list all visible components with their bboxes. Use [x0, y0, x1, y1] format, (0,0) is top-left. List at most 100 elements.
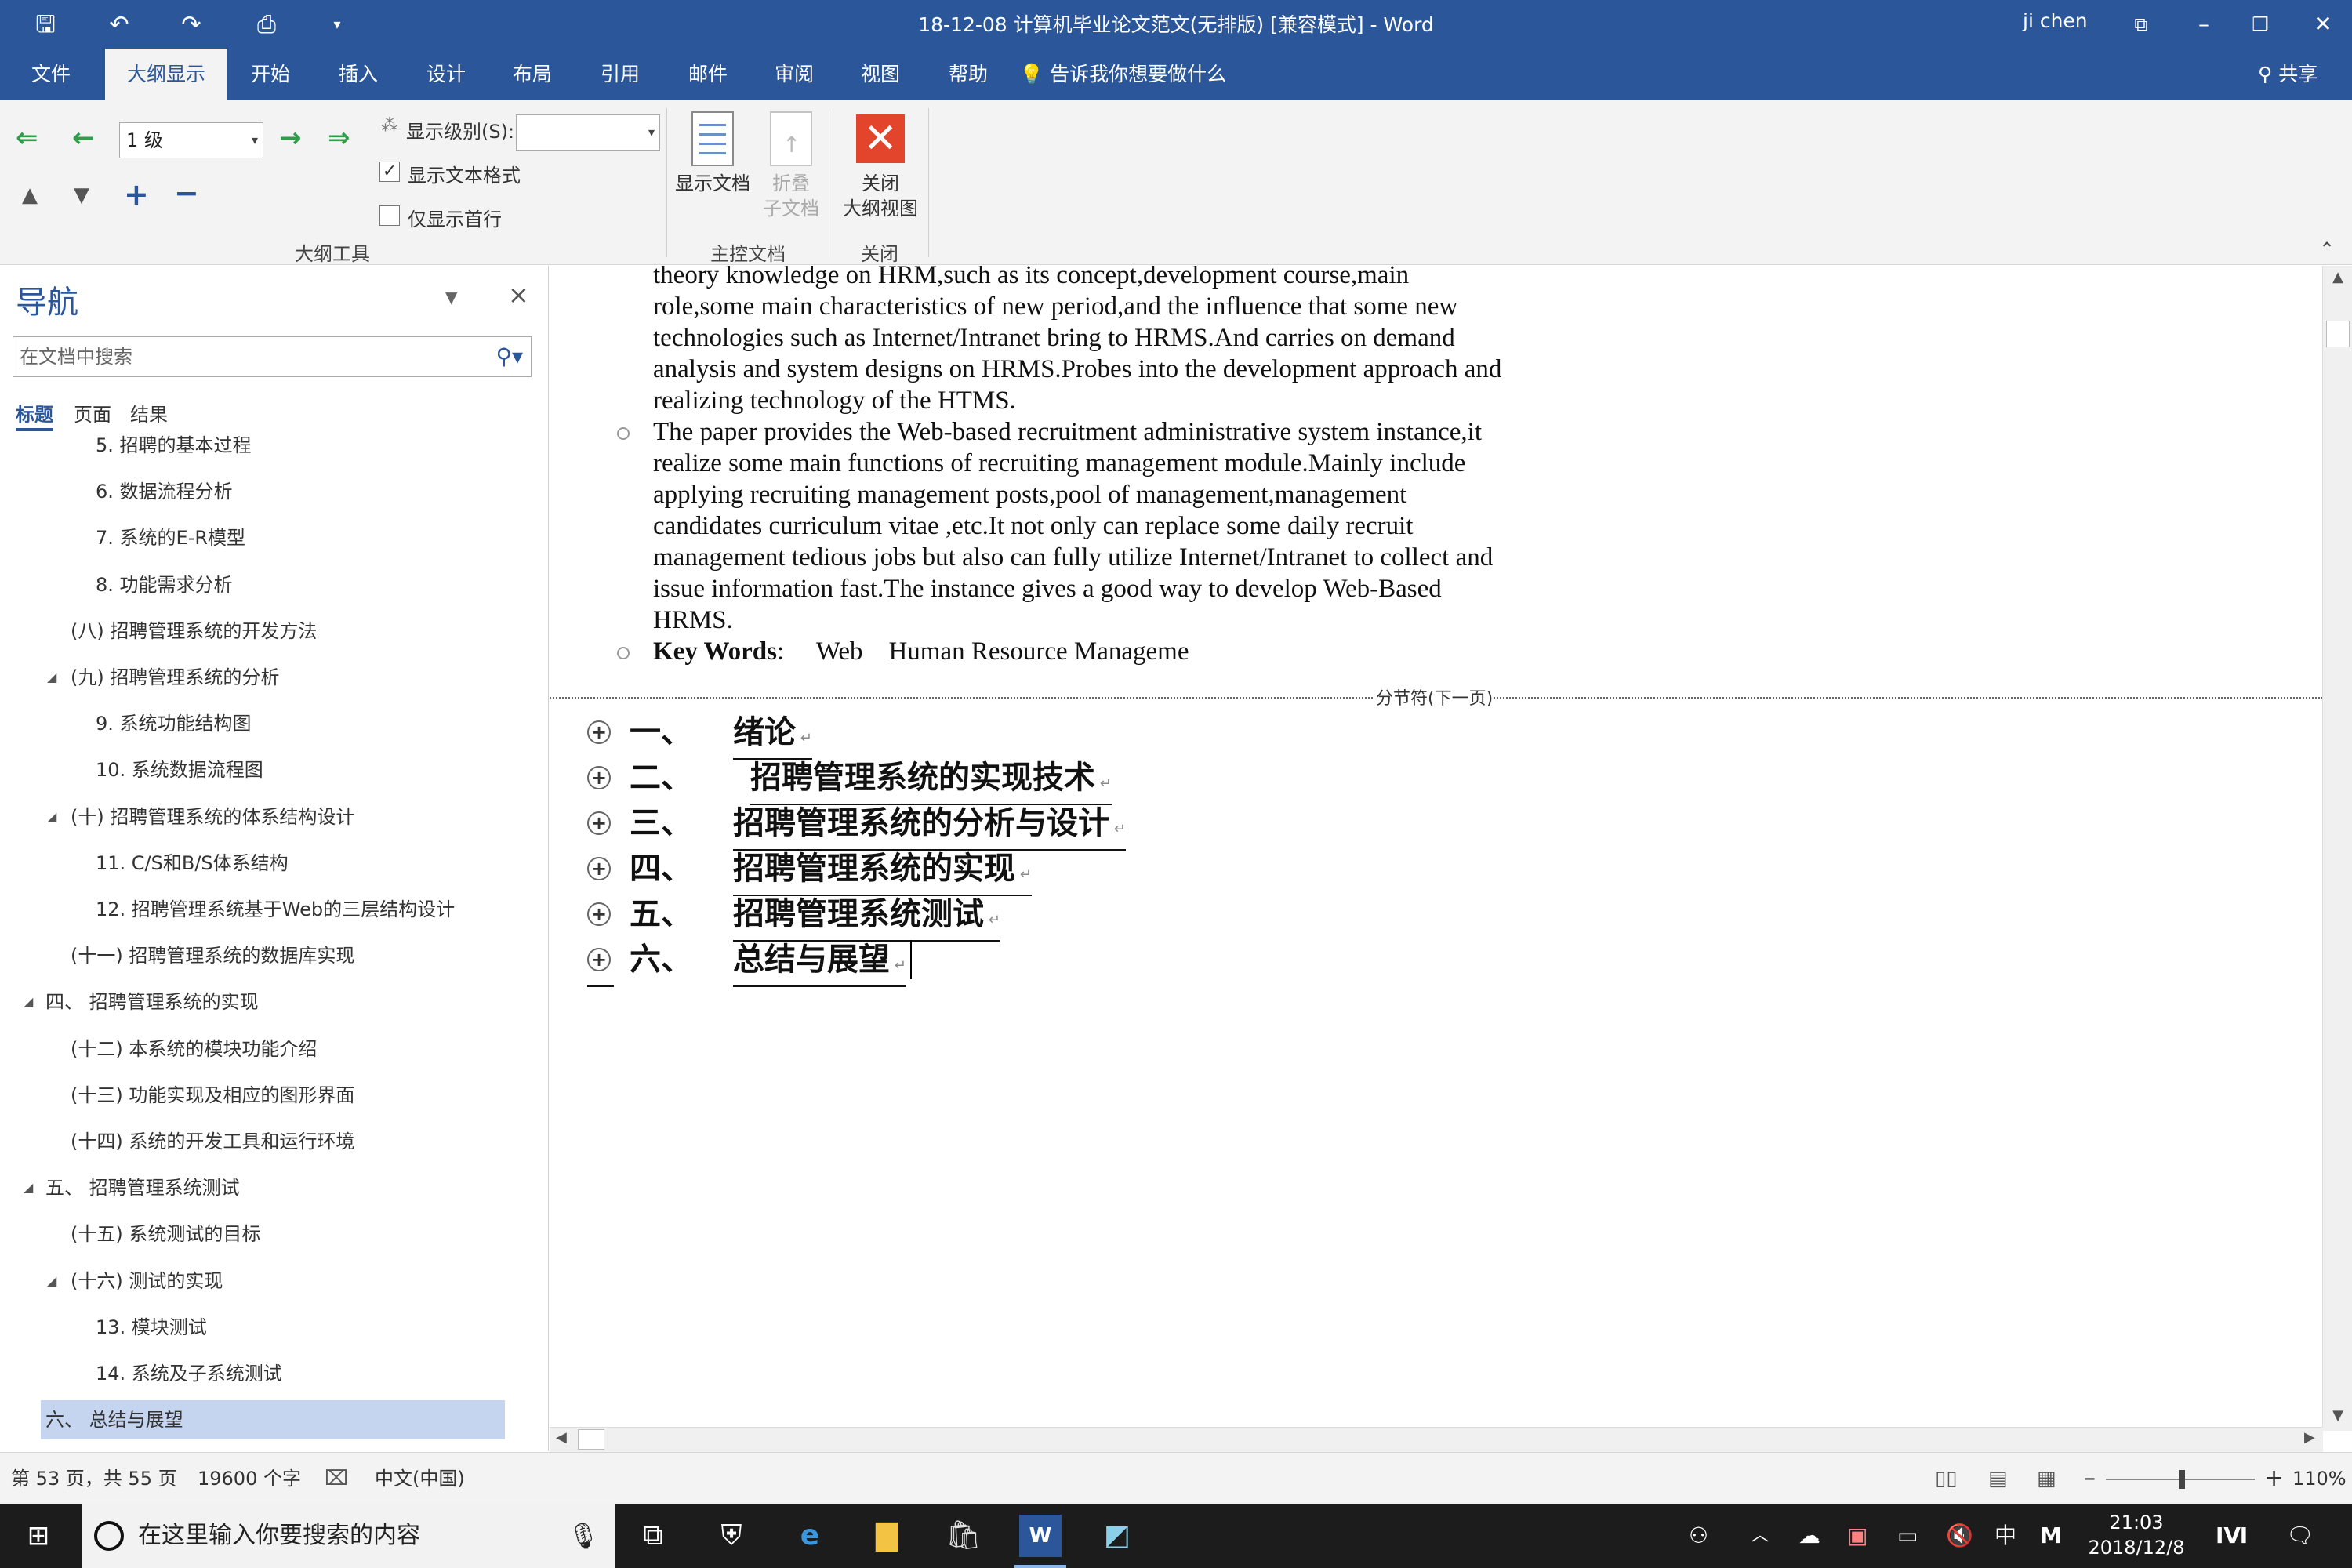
save-icon[interactable]: 🖫 [28, 8, 63, 42]
demote-icon[interactable]: → [279, 122, 302, 154]
nav-heading-item[interactable]: (十三) 功能实现及相应的图形界面 [0, 1076, 549, 1115]
nav-heading-item[interactable]: 9. 系统功能结构图 [0, 704, 549, 743]
scroll-down-icon[interactable]: ▼ [2323, 1407, 2352, 1424]
close-outline-view-button[interactable]: 关闭 大纲视图 [837, 171, 924, 221]
user-name[interactable]: ji chen [2023, 9, 2088, 32]
collapse-icon[interactable]: − [174, 176, 199, 210]
nav-tab-pages[interactable]: 页面 [74, 399, 111, 426]
tray-chevron-up-icon[interactable]: ︿ [1751, 1504, 1769, 1568]
ribbon-display-options-icon[interactable]: ⧉ [2114, 6, 2169, 42]
horizontal-scroll-thumb[interactable] [578, 1429, 604, 1450]
nav-heading-item[interactable]: 11. C/S和B/S体系结构 [0, 844, 549, 883]
nav-heading-item[interactable]: 5. 招聘的基本过程 [0, 432, 549, 465]
zoom-in-icon[interactable]: + [2264, 1453, 2284, 1504]
ime-language[interactable]: 中 [1994, 1504, 2016, 1568]
tab-file[interactable]: 文件 [9, 49, 93, 100]
document-area[interactable]: 分节符(下一页) theory knowledge on HRM,such as… [550, 266, 2323, 1431]
outline-bullet-icon[interactable] [617, 427, 630, 440]
heading-text[interactable]: 总结与展望 ↵ [733, 940, 906, 987]
nav-tab-headings[interactable]: 标题 [16, 399, 53, 431]
minimize-icon[interactable]: – [2176, 6, 2231, 42]
show-text-format-checkbox[interactable]: ✓ [379, 162, 400, 182]
nav-heading-item[interactable]: (十二) 本系统的模块功能介绍 [0, 1029, 549, 1069]
tab-insert[interactable]: 插入 [317, 49, 400, 100]
file-explorer-icon[interactable]: ▇ [866, 1515, 908, 1557]
promote-icon[interactable]: ← [72, 122, 95, 154]
expand-triangle-icon[interactable]: ◢ [24, 1168, 33, 1207]
show-document-button[interactable]: 显示文档 [671, 171, 754, 196]
scroll-right-icon[interactable]: ▶ [2304, 1429, 2315, 1446]
close-window-icon[interactable]: ✕ [2296, 6, 2350, 42]
windows-start-icon[interactable]: ⊞ [17, 1515, 60, 1557]
tab-references[interactable]: 引用 [579, 49, 662, 100]
first-line-only-checkbox[interactable] [379, 205, 400, 226]
edge-browser-icon[interactable]: e [789, 1515, 831, 1557]
expand-triangle-icon[interactable]: ◢ [47, 797, 56, 837]
customize-icon[interactable]: ▾ [320, 8, 354, 42]
word-count[interactable]: 19600 个字 [198, 1453, 301, 1504]
volume-muted-icon[interactable]: 🔇 [1946, 1504, 1973, 1568]
battery-icon[interactable]: ▭ [1897, 1504, 1918, 1568]
expand-plus-icon[interactable]: + [587, 766, 611, 789]
taskbar-search-box[interactable]: 在这里输入你要搜索的内容 🎙 [82, 1504, 615, 1568]
print-layout-icon[interactable]: ▤ [1988, 1467, 2008, 1490]
expand-icon[interactable]: + [124, 177, 149, 212]
nav-heading-item[interactable]: 12. 招聘管理系统基于Web的三层结构设计 [0, 890, 549, 929]
undo-icon[interactable]: ↶ [102, 8, 136, 42]
scroll-up-icon[interactable]: ▲ [2323, 269, 2352, 285]
redo-icon[interactable]: ↷ [174, 8, 209, 42]
heading-text[interactable]: 招聘管理系统测试 ↵ [733, 895, 1000, 942]
collapse-ribbon-icon[interactable]: ⌃ [2319, 238, 2335, 260]
people-icon[interactable]: ⚇ [1689, 1504, 1708, 1568]
nav-heading-item[interactable]: 6. 数据流程分析 [0, 472, 549, 511]
nav-heading-item[interactable]: ◢ 五、 招聘管理系统测试 [0, 1168, 549, 1207]
security-shield-icon[interactable]: ⛨ [710, 1515, 753, 1557]
proofing-icon[interactable]: ⌧ [325, 1467, 348, 1490]
expand-plus-icon[interactable]: + [587, 948, 611, 971]
taskbar-app-icon[interactable]: IⅥ [2216, 1504, 2248, 1568]
tab-review[interactable]: 审阅 [753, 49, 836, 100]
taskbar-clock[interactable]: 21:03 2018/12/8 [2078, 1510, 2195, 1560]
zoom-level[interactable]: 110% [2292, 1453, 2347, 1504]
nav-heading-item[interactable]: (十一) 招聘管理系统的数据库实现 [0, 936, 549, 975]
nav-heading-item[interactable]: 7. 系统的E-R模型 [0, 518, 549, 557]
zoom-slider-thumb[interactable] [2179, 1470, 2186, 1489]
expand-triangle-icon[interactable]: ◢ [47, 658, 56, 697]
nav-close-icon[interactable]: × [508, 280, 529, 310]
word-app-icon[interactable]: W [1019, 1515, 1062, 1557]
microphone-icon[interactable]: 🎙 [568, 1504, 600, 1568]
outline-bullet-icon[interactable] [617, 647, 630, 659]
nav-tab-results[interactable]: 结果 [130, 399, 168, 426]
show-level-select[interactable]: ▾ [516, 114, 660, 151]
tab-home[interactable]: 开始 [229, 49, 312, 100]
restore-icon[interactable]: ❐ [2233, 6, 2288, 42]
expand-plus-icon[interactable]: + [587, 857, 611, 880]
expand-plus-icon[interactable]: + [587, 811, 611, 835]
nav-heading-item[interactable]: ◢ (九) 招聘管理系统的分析 [0, 658, 549, 697]
web-layout-icon[interactable]: ▦ [2037, 1467, 2056, 1490]
close-outline-icon[interactable]: ✕ [856, 114, 905, 163]
zoom-out-icon[interactable]: – [2084, 1453, 2096, 1504]
expand-plus-icon[interactable]: + [587, 902, 611, 926]
tab-outline[interactable]: 大纲显示 [105, 49, 228, 100]
expand-plus-icon[interactable]: + [587, 720, 611, 744]
nav-options-icon[interactable]: ▼ [445, 288, 457, 307]
onedrive-cloud-icon[interactable]: ☁ [1798, 1504, 1820, 1568]
nav-heading-item[interactable]: (八) 招聘管理系统的开发方法 [0, 612, 549, 651]
read-mode-icon[interactable]: ▯▯ [1935, 1467, 1958, 1490]
heading-text[interactable]: 招聘管理系统的分析与设计 ↵ [733, 804, 1126, 851]
heading-text[interactable]: 招聘管理系统的实现 ↵ [733, 849, 1032, 896]
promote-to-heading1-icon[interactable]: ⇐ [16, 122, 38, 154]
action-center-icon[interactable]: 🗨 [2286, 1504, 2314, 1568]
share-button[interactable]: ⚲ 共享 [2258, 49, 2318, 100]
nav-heading-item[interactable]: 14. 系统及子系统测试 [0, 1354, 549, 1393]
tell-me-box[interactable]: 💡 告诉我你想要做什么 [1019, 49, 1226, 100]
tab-design[interactable]: 设计 [405, 49, 488, 100]
nav-heading-item[interactable]: 8. 功能需求分析 [0, 565, 549, 604]
show-document-icon[interactable] [691, 111, 734, 166]
demote-to-body-icon[interactable]: ⇒ [328, 122, 350, 154]
vertical-scrollbar[interactable]: ▲ ▼ [2322, 266, 2352, 1431]
expand-triangle-icon[interactable]: ◢ [47, 1261, 56, 1301]
tab-help[interactable]: 帮助 [927, 49, 1010, 100]
move-up-icon[interactable]: ▲ [22, 183, 38, 207]
